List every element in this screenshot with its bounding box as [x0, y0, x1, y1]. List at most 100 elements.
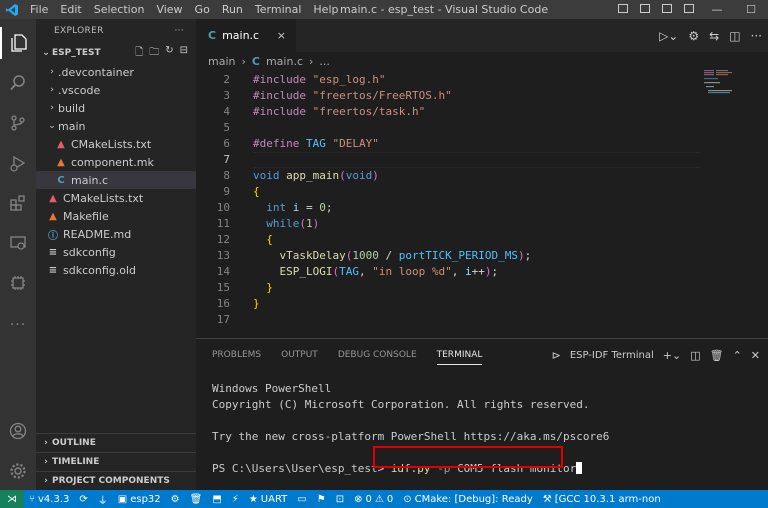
delete-icon[interactable]: 🗑	[185, 494, 208, 505]
extensions-icon[interactable]	[0, 187, 36, 219]
settings-icon[interactable]: ⚙	[688, 29, 699, 43]
refresh-icon[interactable]: ↻	[165, 45, 173, 62]
remote-indicator-icon[interactable]: ⋊	[0, 490, 24, 508]
tree-file[interactable]: ▲ CMakeLists.txt	[36, 189, 196, 207]
flash-method-item[interactable]: ★ UART	[244, 494, 292, 505]
settings-gear-icon[interactable]	[0, 455, 36, 487]
sync-icon[interactable]: ⟳	[74, 494, 92, 505]
explorer-more-icon[interactable]: ···	[175, 26, 184, 36]
outline-section[interactable]: › OUTLINE	[36, 433, 196, 452]
menu-run[interactable]: Run	[216, 0, 249, 19]
tab-main-c[interactable]: C main.c ×	[196, 19, 296, 52]
more-icon[interactable]: ···	[0, 309, 36, 341]
line-number: 16	[216, 297, 230, 310]
project-components-section[interactable]: › PROJECT COMPONENTS	[36, 471, 196, 490]
code-editor[interactable]: 2 3 4 5 6 7 8 9 10 11 12 13 14 15 16 17 #include "esp_l…	[196, 70, 768, 338]
new-terminal-icon[interactable]: +⌄	[663, 349, 681, 362]
terminal-line: Try the new cross-platform PowerShell ht…	[212, 430, 610, 443]
breadcrumb-folder[interactable]: main	[208, 55, 235, 68]
tab-output[interactable]: OUTPUT	[281, 339, 318, 371]
chevron-right-icon: ›	[50, 85, 54, 95]
tree-file[interactable]: Cmain.c	[36, 171, 196, 189]
run-icon[interactable]: ▷⌄	[659, 29, 678, 43]
tab-label: main.c	[222, 29, 260, 42]
kit-label: [GCC 10.3.1 arm-non	[554, 493, 661, 505]
code-line: #include "esp_log.h"	[253, 73, 386, 86]
monitor-icon[interactable]: ▭	[292, 494, 311, 505]
new-file-icon[interactable]: 🗋	[135, 45, 143, 62]
line-number: 11	[216, 217, 230, 230]
menuconfig-icon[interactable]: ⚙	[166, 494, 185, 505]
terminal-name[interactable]: ESP-IDF Terminal	[570, 350, 654, 361]
tree-file[interactable]: ▲ CMakeLists.txt	[36, 135, 196, 153]
tree-file[interactable]: ≡ sdkconfig	[36, 243, 196, 261]
target-item[interactable]: ▣ esp32	[113, 494, 166, 505]
code-line: {	[253, 185, 260, 198]
compare-icon[interactable]: ⇆	[709, 29, 719, 43]
project-folder-header[interactable]: ⌄ ESP_TEST 🗋 🗀 ↻ ⊟	[36, 43, 196, 63]
tree-folder[interactable]: › .vscode	[36, 81, 196, 99]
breadcrumb-file[interactable]: main.c	[266, 55, 303, 68]
tree-file[interactable]: ⓘ README.md	[36, 225, 196, 243]
account-icon[interactable]	[0, 415, 36, 447]
tree-item-label: README.md	[63, 227, 132, 241]
remote-explorer-icon[interactable]	[0, 227, 36, 259]
c-file-icon: C	[57, 174, 65, 186]
code-line: int i = 0;	[266, 201, 333, 214]
build-icon[interactable]: ⬒	[207, 494, 226, 505]
tab-terminal[interactable]: TERMINAL	[436, 339, 482, 371]
tree-folder[interactable]: ⌄ main	[36, 117, 196, 135]
cmake-item[interactable]: ⊙ CMake: [Debug]: Ready	[398, 494, 538, 505]
new-folder-icon[interactable]: 🗀	[149, 45, 159, 62]
kit-item[interactable]: ⚒ [GCC 10.3.1 arm-non	[538, 494, 666, 505]
menu-go[interactable]: Go	[189, 0, 216, 19]
tree-folder[interactable]: › build	[36, 99, 196, 117]
toggle-secondary-sidebar-icon[interactable]	[656, 3, 678, 16]
menu-selection[interactable]: Selection	[88, 0, 151, 19]
minimap[interactable]	[704, 70, 754, 110]
esp-idf-icon[interactable]	[0, 267, 36, 299]
search-icon[interactable]	[0, 67, 36, 99]
maximize-panel-icon[interactable]: ⌃	[733, 349, 742, 362]
customize-layout-icon[interactable]	[678, 3, 700, 16]
run-debug-icon[interactable]	[0, 147, 36, 179]
problems-item[interactable]: ⊗ 0 ⚠ 0	[349, 494, 398, 505]
toggle-panel-icon[interactable]	[634, 3, 656, 16]
line-number: 15	[216, 281, 230, 294]
flash-icon[interactable]: ⚡	[227, 494, 244, 505]
breadcrumb-symbol[interactable]: ...	[319, 55, 330, 68]
kill-terminal-icon[interactable]: 🗑	[710, 349, 724, 362]
menu-view[interactable]: View	[150, 0, 188, 19]
tree-file[interactable]: ▲ Makefile	[36, 207, 196, 225]
idf-version-item[interactable]: ⑂ v4.3.3	[24, 494, 74, 505]
collapse-all-icon[interactable]: ⊟	[180, 45, 188, 62]
split-editor-icon[interactable]: ◫	[729, 29, 740, 43]
line-number: 6	[223, 137, 230, 150]
menu-terminal[interactable]: Terminal	[249, 0, 308, 19]
more-actions-icon[interactable]: ···	[751, 29, 762, 43]
tab-problems[interactable]: PROBLEMS	[212, 339, 261, 371]
tab-debug-console[interactable]: DEBUG CONSOLE	[338, 339, 417, 371]
toggle-sidebar-icon[interactable]	[612, 3, 634, 16]
code-line: {	[266, 233, 273, 246]
tree-item-label: Makefile	[63, 209, 109, 223]
timeline-section[interactable]: › TIMELINE	[36, 452, 196, 471]
tree-file[interactable]: ≡ sdkconfig.old	[36, 261, 196, 279]
terminal-launch-icon[interactable]: ⊡	[331, 494, 349, 505]
makefile-icon: ▲	[57, 156, 65, 168]
tree-file[interactable]: ▲ component.mk	[36, 153, 196, 171]
tree-folder[interactable]: › .devcontainer	[36, 63, 196, 81]
menu-help[interactable]: Help	[307, 0, 344, 19]
source-control-icon[interactable]	[0, 107, 36, 139]
line-number: 17	[216, 313, 230, 326]
plug-icon[interactable]: ⏚	[93, 492, 113, 507]
build-flash-monitor-icon[interactable]: ⚑	[312, 494, 331, 505]
menu-edit[interactable]: Edit	[54, 0, 87, 19]
close-panel-icon[interactable]: ✕	[751, 349, 760, 362]
explorer-icon[interactable]	[0, 27, 36, 59]
maximize-button[interactable]: ☐	[734, 3, 768, 16]
menu-file[interactable]: File	[24, 0, 54, 19]
close-icon[interactable]: ×	[277, 29, 286, 42]
split-terminal-icon[interactable]: ◫	[690, 349, 700, 362]
minimize-button[interactable]: —	[700, 3, 734, 16]
